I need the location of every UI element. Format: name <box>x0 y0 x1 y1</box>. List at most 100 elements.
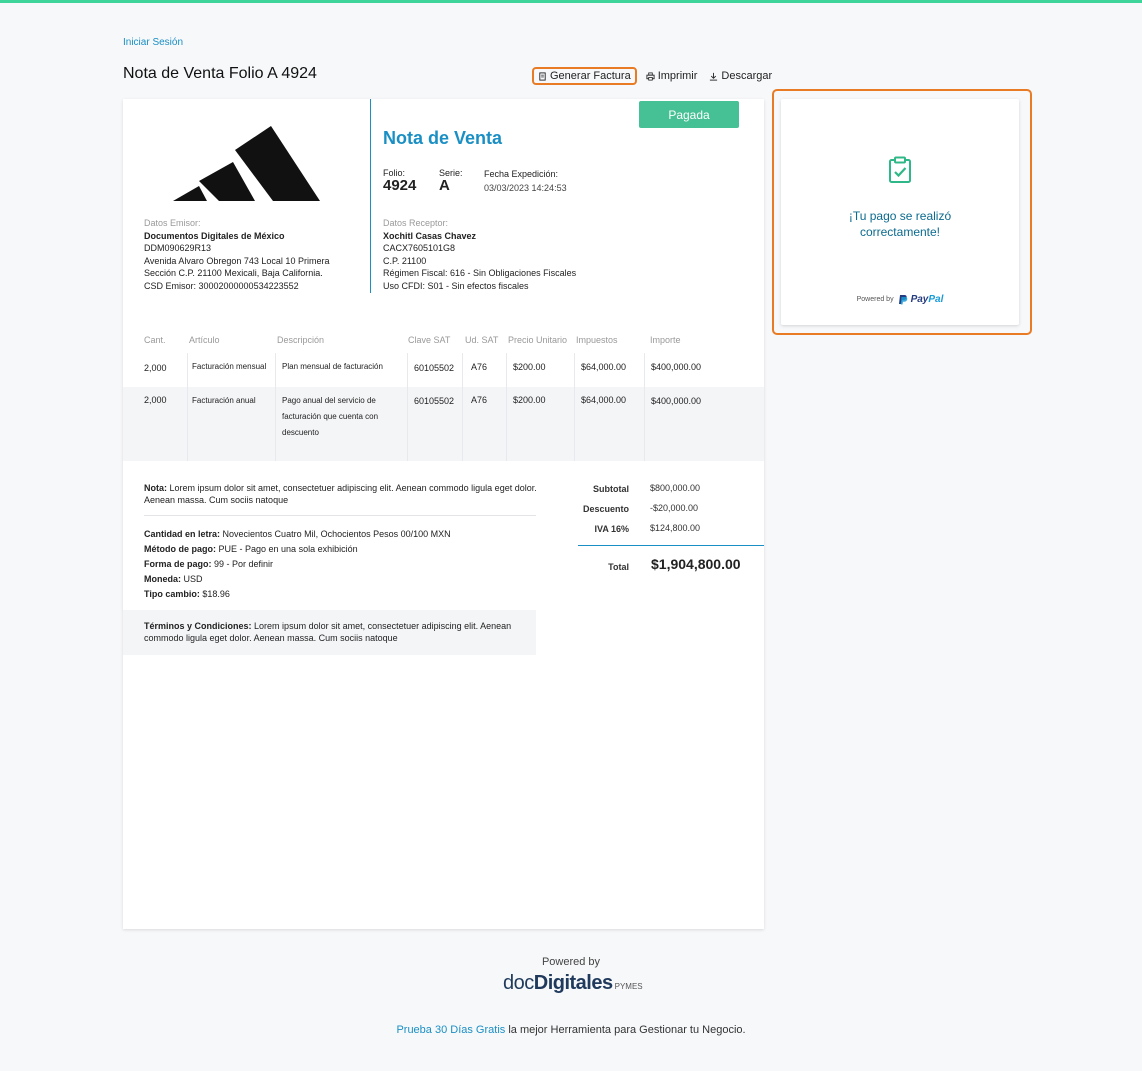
top-accent-bar <box>0 0 1142 3</box>
col-separator <box>462 387 463 461</box>
emisor-block: Datos Emisor: Documentos Digitales de Mé… <box>144 217 329 293</box>
terms-label: Términos y Condiciones: <box>144 621 252 631</box>
docdigitales-logo: docDigitales PYMES <box>503 972 643 995</box>
iva-value: $124,800.00 <box>650 523 701 533</box>
exchange-rate-value: $18.96 <box>202 589 230 599</box>
currency: Moneda: USD <box>144 572 451 587</box>
powered-by-label: Powered by <box>856 296 894 303</box>
receptor-uso-cfdi: Uso CFDI: S01 - Sin efectos fiscales <box>383 280 529 291</box>
date-label: Fecha Expedición: <box>484 169 559 179</box>
discount-label: Descuento <box>582 504 629 514</box>
emisor-label: Datos Emisor: <box>144 218 201 228</box>
table-row: 2,000 Facturación anual Pago anual del s… <box>123 387 764 461</box>
receptor-block: Datos Receptor: Xochitl Casas Chavez CAC… <box>383 217 576 293</box>
col-separator <box>506 353 507 387</box>
col-separator <box>574 353 575 387</box>
printer-icon <box>646 71 655 81</box>
col-separator <box>407 353 408 387</box>
table-row: 2,000 Facturación mensual Plan mensual d… <box>123 353 764 387</box>
col-header-ud-sat: Ud. SAT <box>465 335 499 345</box>
brand-doc: doc <box>503 972 534 994</box>
amount-in-words-value: Novecientos Cuatro Mil, Ochocientos Peso… <box>222 529 451 539</box>
col-header-articulo: Artículo <box>189 335 220 345</box>
payment-success-message: ¡Tu pago se realizó correctamente! <box>781 208 1019 240</box>
brand-pymes: PYMES <box>614 982 643 991</box>
payment-success-card: ¡Tu pago se realizó correctamente! Power… <box>781 99 1019 325</box>
subtotal-label: Subtotal <box>593 484 629 494</box>
cell-impuestos: $64,000.00 <box>581 362 627 372</box>
col-separator <box>574 387 575 461</box>
cell-clave-sat: 60105502 <box>414 396 455 406</box>
col-separator <box>407 387 408 461</box>
payment-method-value: PUE - Pago en una sola exhibición <box>218 544 358 554</box>
print-button[interactable]: Imprimir <box>643 68 701 84</box>
discount-value: -$20,000.00 <box>650 503 699 513</box>
payment-method-label: Método de pago: <box>144 544 216 554</box>
col-separator <box>644 353 645 387</box>
currency-value: USD <box>183 574 203 584</box>
cell-precio: $200.00 <box>513 395 546 405</box>
col-header-descripcion: Descripción <box>277 335 325 345</box>
date-value: 03/03/2023 14:24:53 <box>484 183 567 193</box>
cell-cant: 2,000 <box>144 395 167 405</box>
paypal-logo: PayPal <box>898 294 944 305</box>
subtotal-value: $800,000.00 <box>650 483 701 493</box>
total-divider <box>578 545 764 546</box>
cell-importe: $400,000.00 <box>651 362 702 372</box>
receptor-name: Xochitl Casas Chavez <box>383 230 477 241</box>
paypal-powered-by: Powered by PayPal <box>781 294 1019 305</box>
company-logo <box>173 126 320 201</box>
login-link[interactable]: Iniciar Sesión <box>123 37 183 48</box>
terms-and-conditions: Términos y Condiciones: Lorem ipsum dolo… <box>123 610 536 655</box>
col-separator <box>275 387 276 461</box>
brand-digitales: Digitales <box>533 972 613 994</box>
payment-form: Forma de pago: 99 - Por definir <box>144 557 451 572</box>
cell-articulo: Facturación anual <box>192 396 256 405</box>
cell-impuestos: $64,000.00 <box>581 395 627 405</box>
footer-tagline: la mejor Herramienta para Gestionar tu N… <box>505 1024 746 1036</box>
document-heading: Nota de Venta <box>383 128 503 148</box>
cell-descripcion: Plan mensual de facturación <box>282 362 383 371</box>
receptor-rfc: CACX7605101G8 <box>383 243 456 254</box>
free-trial-link[interactable]: Prueba 30 Días Gratis <box>396 1024 505 1036</box>
cell-descripcion-line-2: facturación que cuenta con <box>282 412 379 421</box>
sales-note-document: Pagada Nota de Venta Folio: 4924 Serie: … <box>123 99 764 929</box>
col-separator <box>187 353 188 387</box>
col-separator <box>506 387 507 461</box>
generate-invoice-button[interactable]: Generar Factura <box>532 67 637 85</box>
currency-label: Moneda: <box>144 574 181 584</box>
cell-descripcion-line-1: Pago anual del servicio de <box>282 396 376 405</box>
receptor-regimen: Régimen Fiscal: 616 - Sin Obligaciones F… <box>383 268 577 279</box>
divider <box>144 515 536 516</box>
paypal-icon <box>898 295 907 305</box>
col-header-importe: Importe <box>650 335 681 345</box>
col-separator <box>644 387 645 461</box>
cell-descripcion-line-3: descuento <box>282 428 319 437</box>
col-header-impuestos: Impuestos <box>576 335 618 345</box>
receptor-label: Datos Receptor: <box>383 218 449 228</box>
generate-invoice-label: Generar Factura <box>550 70 631 82</box>
emisor-address-2: Sección C.P. 21100 Mexicali, Baja Califo… <box>144 268 323 279</box>
clipboard-check-icon <box>889 156 911 183</box>
emisor-csd: CSD Emisor: 30002000000534223552 <box>144 280 299 291</box>
cell-clave-sat: 60105502 <box>414 363 455 373</box>
payment-form-label: Forma de pago: <box>144 559 212 569</box>
cell-importe: $400,000.00 <box>651 396 702 406</box>
payment-info: Cantidad en letra: Novecientos Cuatro Mi… <box>144 527 451 602</box>
payment-success-line-1: ¡Tu pago se realizó <box>848 209 952 223</box>
col-separator <box>462 353 463 387</box>
payment-success-line-2: correctamente! <box>859 225 941 239</box>
cell-ud-sat: A76 <box>471 362 488 372</box>
footer-powered-by: Powered by <box>541 956 601 968</box>
col-separator <box>275 353 276 387</box>
paypal-word-2: Pal <box>928 294 944 305</box>
col-header-cant: Cant. <box>144 335 166 345</box>
invoice-icon <box>539 71 546 81</box>
payment-method: Método de pago: PUE - Pago en una sola e… <box>144 542 451 557</box>
col-separator <box>187 387 188 461</box>
receptor-cp: C.P. 21100 <box>383 255 427 266</box>
amount-in-words-label: Cantidad en letra: <box>144 529 221 539</box>
download-button[interactable]: Descargar <box>706 68 775 84</box>
iva-label: IVA 16% <box>594 524 629 534</box>
document-actions: Generar Factura Imprimir Descargar <box>532 67 775 85</box>
